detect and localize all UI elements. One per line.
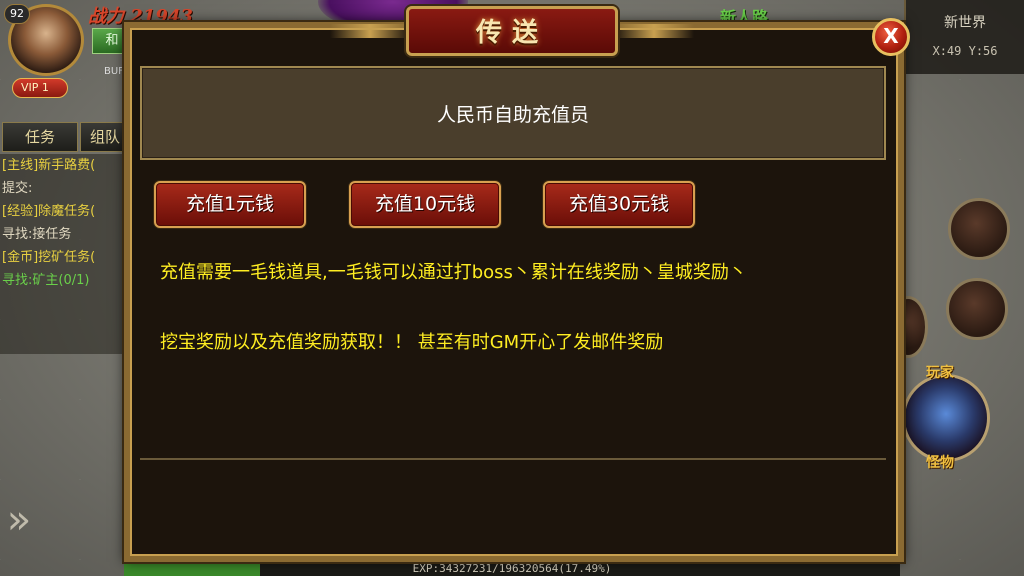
skill-slot-button[interactable] <box>948 198 1010 260</box>
info-text-line: 挖宝奖励以及充值奖励获取！！ 甚至有时GM开心了发邮件奖励 <box>160 332 664 353</box>
recharge-30-button[interactable]: 充值30元钱 <box>543 181 695 228</box>
task-row[interactable]: 寻找:矿主(0/1) <box>2 269 128 292</box>
map-name: 新世界 <box>944 15 986 31</box>
exp-bar: EXP:34327231/196320564(17.49%) <box>124 562 900 576</box>
chevron-right-icon[interactable]: » <box>0 490 38 550</box>
minimap-panel[interactable]: 新世界 X:49 Y:56 <box>904 0 1024 74</box>
task-row[interactable]: 提交: <box>2 177 128 200</box>
exp-text: EXP:34327231/196320564(17.49%) <box>412 562 612 575</box>
skill-slot-button[interactable] <box>946 278 1008 340</box>
close-button[interactable]: X <box>872 18 910 56</box>
task-row[interactable]: [经验]除魔任务( <box>2 200 128 223</box>
vip-badge[interactable]: VIP 1 <box>12 78 68 98</box>
task-row[interactable]: 寻找:接任务 <box>2 223 128 246</box>
recharge-10-button[interactable]: 充值10元钱 <box>349 181 501 228</box>
dialog-title: 传送 <box>475 18 548 48</box>
task-row[interactable]: [金币]挖矿任务( <box>2 246 128 269</box>
tab-task[interactable]: 任务 <box>2 122 78 152</box>
target-monster-label: 怪物 <box>926 455 954 471</box>
title-ornament-left <box>330 24 410 38</box>
task-row[interactable]: [主线]新手路费( <box>2 154 128 177</box>
target-mode-button[interactable] <box>902 374 990 462</box>
buff-label: BUF <box>104 66 124 77</box>
map-coordinates: X:49 Y:56 <box>932 44 998 58</box>
tab-team[interactable]: 组队 <box>80 122 130 152</box>
recharge-1-button[interactable]: 充值1元钱 <box>154 181 306 228</box>
dialog-divider <box>140 458 886 460</box>
title-ornament-right <box>614 24 694 38</box>
player-level: 92 <box>4 4 30 24</box>
task-list[interactable]: [主线]新手路费( 提交: [经验]除魔任务( 寻找:接任务 [金币]挖矿任务(… <box>0 154 128 354</box>
npc-name: 人民币自助充值员 <box>436 104 589 126</box>
info-text-line: 充值需要一毛钱道具,一毛钱可以通过打boss丶累计在线奖励丶皇城奖励丶 <box>160 262 747 283</box>
target-player-label: 玩家 <box>926 365 954 381</box>
